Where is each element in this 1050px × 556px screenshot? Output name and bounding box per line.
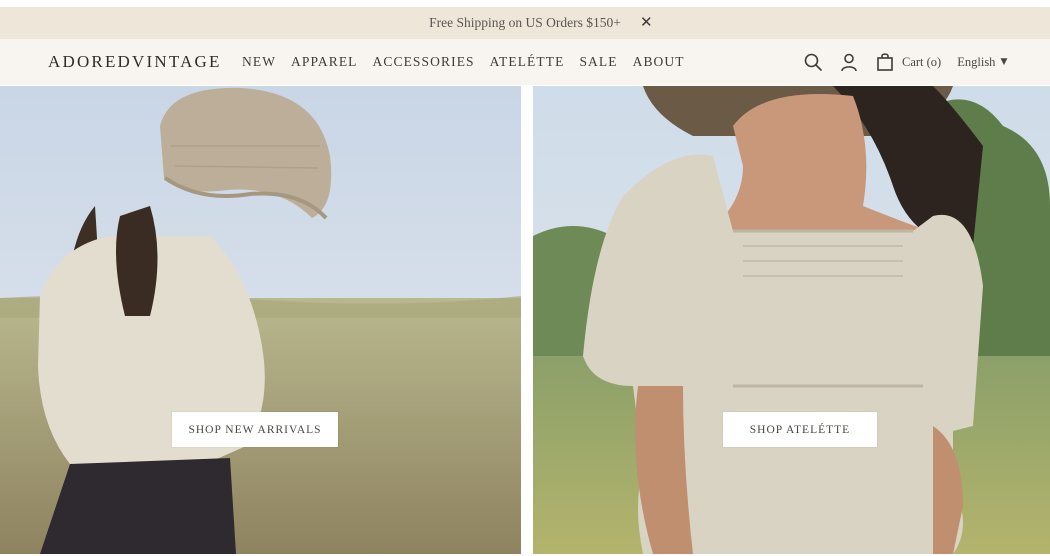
nav-item-atelette[interactable]: ATELÉTTE xyxy=(490,54,565,70)
main-nav: NEW APPAREL ACCESSORIES ATELÉTTE SALE AB… xyxy=(242,54,700,70)
nav-item-accessories[interactable]: ACCESSORIES xyxy=(373,54,475,70)
site-header: ADOREDVINTAGE NEW APPAREL ACCESSORIES AT… xyxy=(0,39,1050,85)
chevron-down-icon: ▼ xyxy=(1000,57,1008,67)
language-selector[interactable]: English ▼ xyxy=(957,55,1007,70)
cart-bag-icon[interactable] xyxy=(874,51,896,73)
close-icon[interactable]: ✕ xyxy=(640,13,653,31)
cart-link[interactable]: Cart (o) xyxy=(902,55,941,70)
hero-atelette[interactable]: SHOP ATELÉTTE xyxy=(533,86,1050,554)
header-tools: Cart (o) English ▼ xyxy=(802,50,1007,74)
hero-image-new-arrivals xyxy=(0,86,521,554)
search-icon[interactable] xyxy=(802,51,824,73)
hero-new-arrivals[interactable]: SHOP NEW ARRIVALS xyxy=(0,86,521,554)
brand-logo[interactable]: ADOREDVINTAGE xyxy=(48,52,222,72)
nav-item-sale[interactable]: SALE xyxy=(579,54,617,70)
account-icon[interactable] xyxy=(838,51,860,73)
shop-atelette-button[interactable]: SHOP ATELÉTTE xyxy=(723,412,877,447)
announcement-text: Free Shipping on US Orders $150+ xyxy=(429,15,621,30)
hero-image-atelette xyxy=(533,86,1050,554)
nav-item-new[interactable]: NEW xyxy=(242,54,276,70)
announcement-bar: Free Shipping on US Orders $150+ ✕ xyxy=(0,7,1050,39)
language-label: English xyxy=(957,54,996,69)
shop-new-arrivals-button[interactable]: SHOP NEW ARRIVALS xyxy=(172,412,338,447)
nav-item-apparel[interactable]: APPAREL xyxy=(291,54,357,70)
nav-item-about[interactable]: ABOUT xyxy=(633,54,685,70)
